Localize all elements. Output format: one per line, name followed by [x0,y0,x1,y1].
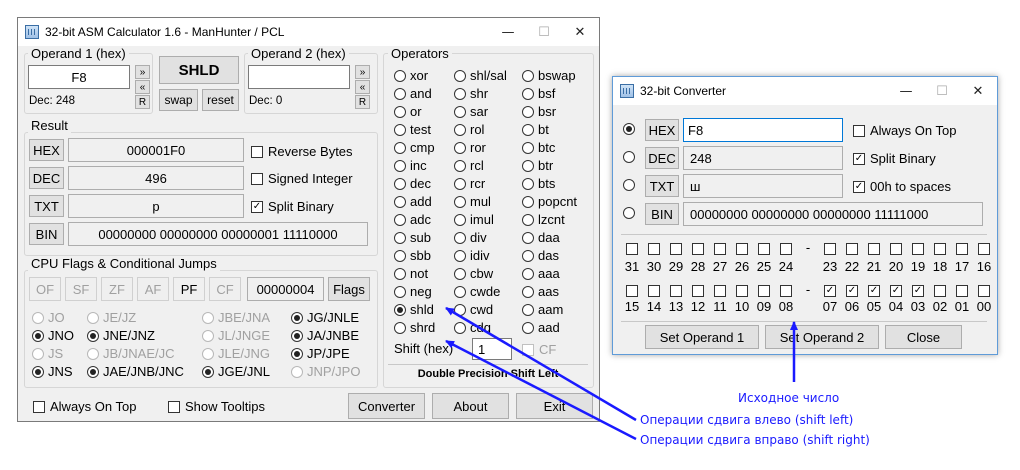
annotation-shift-left: Операции сдвига влево (shift left) [640,413,853,427]
annotation-shift-right: Операции сдвига вправо (shift right) [640,433,870,447]
arrow-to-shrd [446,341,636,439]
annotation-arrows [0,0,1020,470]
arrow-to-shld [446,308,636,420]
annotation-source-value: Исходное число [738,391,839,405]
